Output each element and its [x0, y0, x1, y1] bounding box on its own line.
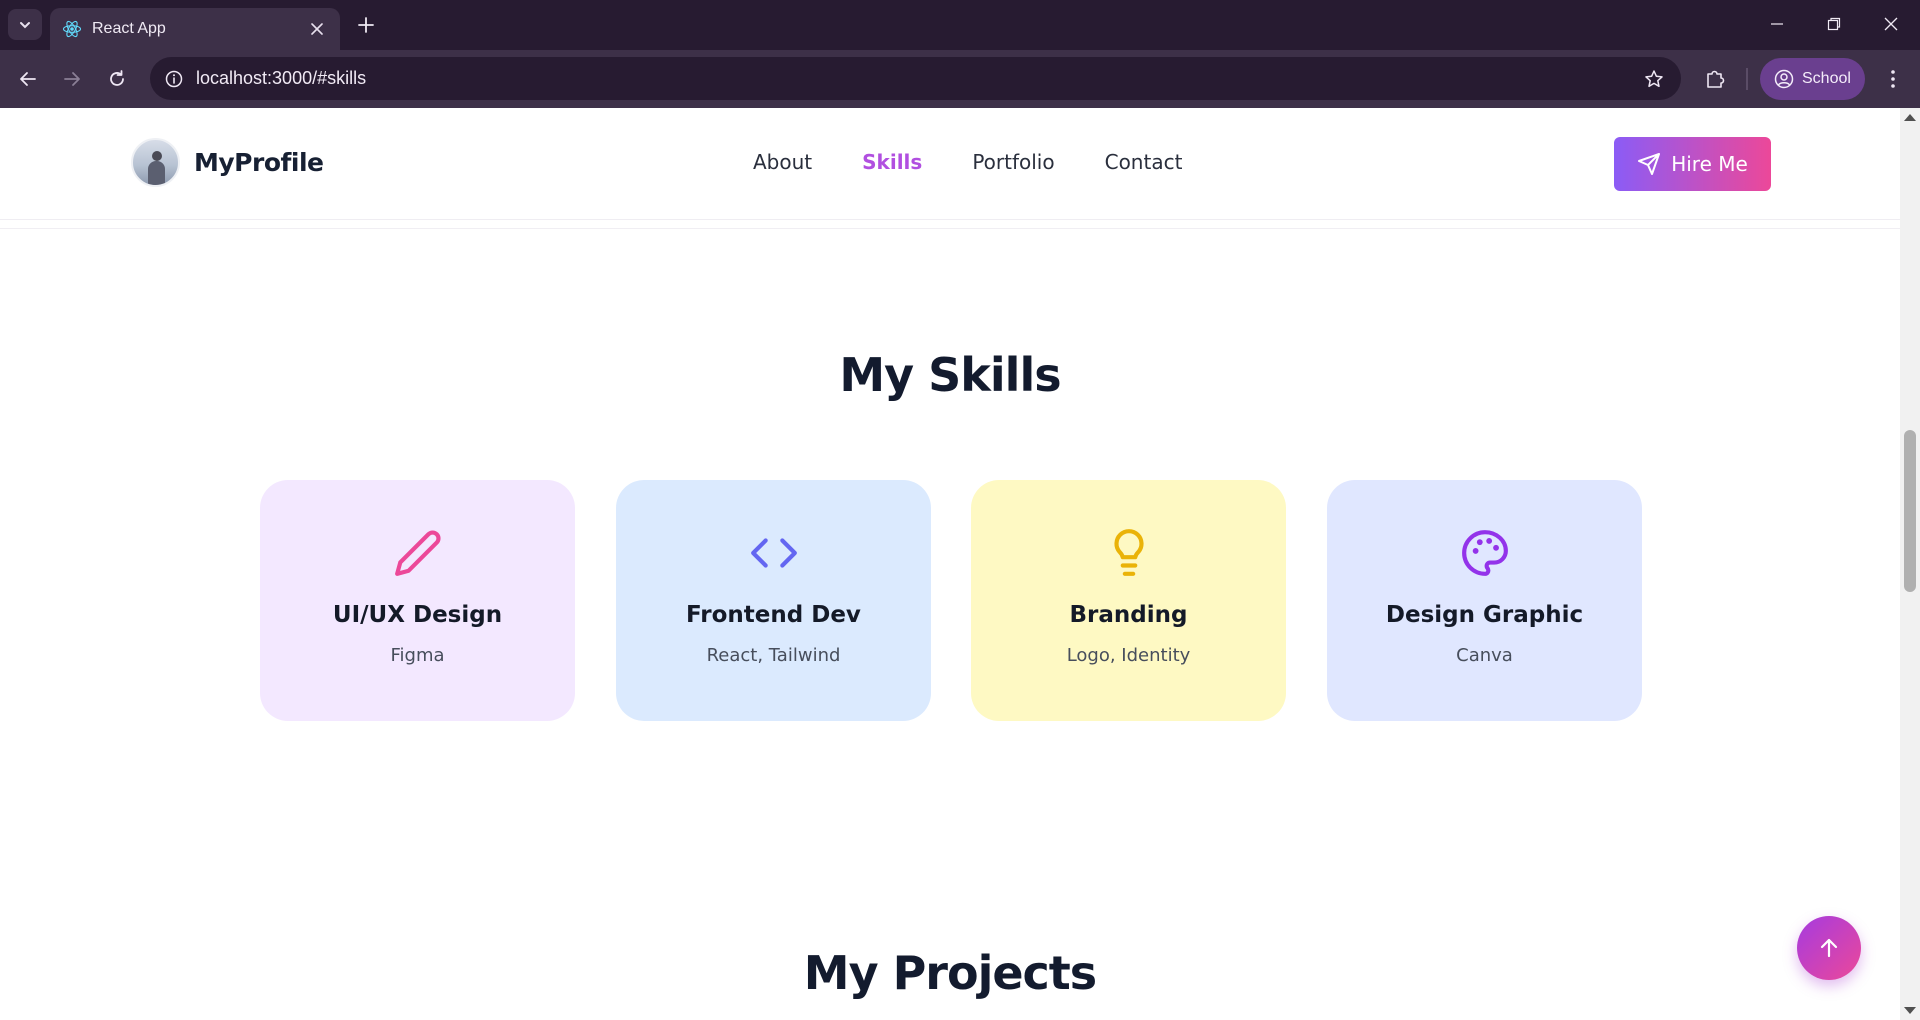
skill-card-subtitle: React, Tailwind — [706, 645, 841, 666]
back-button[interactable] — [12, 63, 44, 95]
main-nav: About Skills Portfolio Contact — [753, 150, 1232, 174]
projects-section-title: My Projects — [803, 946, 1097, 1000]
url-text[interactable]: localhost:3000/#skills — [196, 68, 366, 89]
nav-link-about[interactable]: About — [753, 150, 812, 174]
chevron-down-icon — [20, 21, 30, 28]
palette-icon — [1327, 528, 1642, 578]
scroll-down-arrow-icon[interactable] — [1904, 1007, 1916, 1014]
skill-card-title: Frontend Dev — [686, 602, 861, 628]
header-divider — [0, 228, 1900, 229]
reload-button[interactable] — [101, 63, 133, 95]
code-icon — [616, 528, 931, 578]
lightbulb-icon — [971, 528, 1286, 578]
skill-card-title: UI/UX Design — [332, 602, 503, 628]
skill-card: UI/UX Design Figma — [260, 480, 575, 721]
send-icon — [1638, 153, 1661, 175]
nav-link-portfolio[interactable]: Portfolio — [972, 150, 1054, 174]
skills-card-grid: UI/UX Design Figma Frontend Dev React, T… — [260, 480, 1642, 721]
bookmark-star-icon[interactable] — [1641, 66, 1667, 92]
page-scrollbar[interactable] — [1900, 108, 1920, 1020]
plus-icon — [358, 17, 374, 33]
skill-card: Frontend Dev React, Tailwind — [616, 480, 931, 721]
skill-card-title: Design Graphic — [1385, 602, 1584, 628]
hire-me-button[interactable]: Hire Me — [1614, 137, 1771, 191]
profile-button[interactable]: School — [1760, 58, 1865, 100]
profile-icon — [1774, 69, 1794, 89]
restore-button[interactable] — [1814, 8, 1854, 40]
arrow-up-icon — [1820, 938, 1838, 958]
address-bar[interactable]: localhost:3000/#skills — [150, 57, 1681, 100]
pencil-icon — [260, 528, 575, 578]
browser-menu-button[interactable] — [1878, 64, 1908, 94]
brand[interactable]: MyProfile — [131, 138, 324, 187]
browser-tab-strip: React App — [0, 0, 1920, 50]
scrollbar-thumb[interactable] — [1904, 430, 1916, 592]
extensions-puzzle-icon[interactable] — [1700, 64, 1730, 94]
hire-me-label: Hire Me — [1671, 152, 1748, 176]
brand-name: MyProfile — [194, 148, 324, 177]
close-icon[interactable] — [306, 18, 328, 40]
toolbar-separator — [1746, 68, 1748, 90]
scroll-to-top-button[interactable] — [1797, 916, 1861, 980]
restore-icon — [1827, 17, 1841, 31]
minimize-button[interactable] — [1757, 8, 1797, 40]
nav-link-skills[interactable]: Skills — [862, 150, 922, 174]
forward-button[interactable] — [56, 63, 88, 95]
page-viewport: MyProfile About Skills Portfolio Contact… — [0, 108, 1900, 1020]
close-window-button[interactable] — [1871, 8, 1911, 40]
tab-search-button[interactable] — [8, 9, 42, 40]
site-info-icon[interactable] — [162, 67, 186, 91]
more-vertical-icon — [1891, 70, 1895, 88]
profile-label: School — [1802, 70, 1851, 87]
skill-card: Design Graphic Canva — [1327, 480, 1642, 721]
reload-icon — [110, 70, 124, 86]
avatar — [131, 138, 180, 187]
site-header: MyProfile About Skills Portfolio Contact… — [0, 108, 1900, 220]
minimize-icon — [1771, 23, 1783, 25]
skill-card-subtitle: Canva — [1456, 645, 1513, 666]
arrow-left-icon — [20, 72, 36, 86]
browser-tab[interactable]: React App — [50, 8, 340, 50]
skills-section-title: My Skills — [839, 348, 1061, 402]
tab-title: React App — [92, 20, 166, 37]
close-icon — [1884, 17, 1898, 31]
arrow-right-icon — [64, 72, 80, 86]
browser-toolbar: localhost:3000/#skills School — [0, 50, 1920, 108]
new-tab-button[interactable] — [352, 11, 380, 39]
react-icon — [62, 19, 82, 39]
skill-card-subtitle: Logo, Identity — [1066, 645, 1191, 666]
skill-card: Branding Logo, Identity — [971, 480, 1286, 721]
scroll-up-arrow-icon[interactable] — [1904, 114, 1916, 121]
skill-card-title: Branding — [1069, 602, 1188, 628]
skill-card-subtitle: Figma — [390, 645, 445, 666]
nav-link-contact[interactable]: Contact — [1105, 150, 1183, 174]
